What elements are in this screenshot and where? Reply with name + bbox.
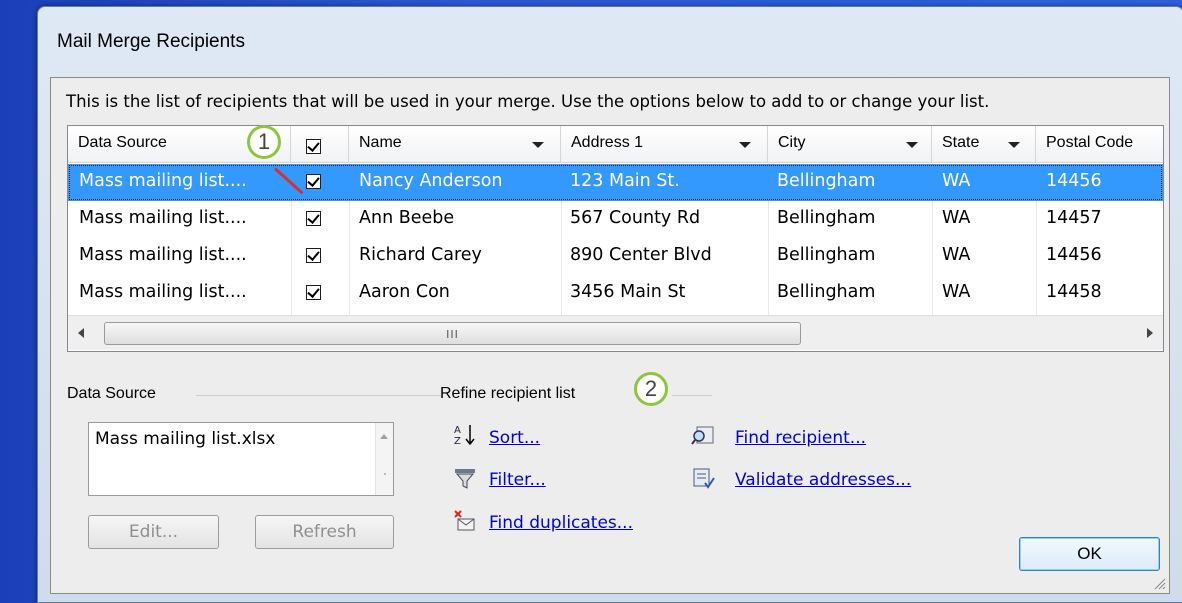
cell-name: Richard Carey xyxy=(359,245,482,265)
column-header-state[interactable]: State xyxy=(932,126,1036,162)
cell-data-source: Mass mailing list.... xyxy=(79,208,247,228)
row-checkbox[interactable] xyxy=(306,248,321,263)
intro-text: This is the list of recipients that will… xyxy=(66,92,990,111)
column-header-name[interactable]: Name xyxy=(349,126,561,162)
find-recipient-link[interactable]: Find recipient... xyxy=(735,428,866,448)
sort-az-icon[interactable]: A Z xyxy=(453,423,477,447)
horizontal-scrollbar[interactable]: III xyxy=(68,315,1163,350)
cell-address: 3456 Main St xyxy=(570,282,686,302)
cell-data-source: Mass mailing list.... xyxy=(79,245,247,265)
data-source-item[interactable]: Mass mailing list.xlsx xyxy=(95,429,275,449)
column-label: City xyxy=(778,134,806,151)
cell-address: 123 Main St. xyxy=(570,171,680,191)
column-label: Data Source xyxy=(78,134,167,151)
chevron-down-icon[interactable] xyxy=(532,142,544,148)
cell-address: 567 County Rd xyxy=(570,208,701,228)
cell-postal-code: 14458 xyxy=(1046,282,1102,302)
cell-name: Nancy Anderson xyxy=(359,171,503,191)
cell-city: Bellingham xyxy=(777,208,876,228)
row-checkbox[interactable] xyxy=(306,285,321,300)
column-label: Name xyxy=(359,134,402,151)
table-row[interactable]: Mass mailing list.... Nancy Anderson 123… xyxy=(68,164,1163,201)
column-label: Postal Code xyxy=(1046,134,1134,151)
svg-text:Z: Z xyxy=(454,436,461,447)
cell-city: Bellingham xyxy=(777,245,876,265)
scroll-down-icon[interactable] xyxy=(384,473,386,475)
column-header-postal-code[interactable]: Postal Code xyxy=(1036,126,1163,162)
grip-icon: III xyxy=(446,328,459,341)
data-source-listbox[interactable]: Mass mailing list.xlsx xyxy=(88,422,394,496)
cell-state: WA xyxy=(942,282,971,302)
edit-button[interactable]: Edit... xyxy=(88,515,219,549)
find-duplicates-link[interactable]: Find duplicates... xyxy=(489,513,633,533)
table-row[interactable]: Mass mailing list.... Aaron Con 3456 Mai… xyxy=(68,275,1163,312)
filter-link[interactable]: Filter... xyxy=(489,470,546,490)
column-header-city[interactable]: City xyxy=(768,126,932,162)
ok-button[interactable]: OK xyxy=(1019,537,1160,571)
table-row[interactable]: Mass mailing list.... Ann Beebe 567 Coun… xyxy=(68,201,1163,238)
column-label: State xyxy=(942,134,980,151)
cell-data-source: Mass mailing list.... xyxy=(79,171,247,191)
cell-name: Aaron Con xyxy=(359,282,450,302)
callout-2: 2 xyxy=(634,372,668,406)
find-recipient-icon[interactable] xyxy=(691,423,715,447)
scroll-up-icon[interactable] xyxy=(380,434,388,439)
recipient-grid[interactable]: Data Source Name Address 1 City State Po… xyxy=(67,125,1164,352)
refresh-button[interactable]: Refresh xyxy=(255,515,394,549)
cell-state: WA xyxy=(942,208,971,228)
grid-header: Data Source Name Address 1 City State Po… xyxy=(68,126,1163,163)
scrollbar-thumb[interactable]: III xyxy=(104,322,801,345)
cell-name: Ann Beebe xyxy=(359,208,455,228)
data-source-group-label: Data Source xyxy=(67,385,156,402)
column-label: Address 1 xyxy=(571,134,644,151)
sort-link[interactable]: Sort... xyxy=(489,428,540,448)
chevron-down-icon[interactable] xyxy=(906,142,918,148)
cell-postal-code: 14456 xyxy=(1046,245,1102,265)
group-divider xyxy=(196,395,441,396)
filter-icon[interactable] xyxy=(453,466,477,490)
callout-1: 1 xyxy=(247,125,281,159)
svg-text:A: A xyxy=(454,425,461,436)
validate-addresses-link[interactable]: Validate addresses... xyxy=(735,470,911,490)
cell-state: WA xyxy=(942,171,971,191)
scroll-left-icon[interactable] xyxy=(78,328,84,338)
chevron-down-icon[interactable] xyxy=(739,142,751,148)
cell-city: Bellingham xyxy=(777,171,876,191)
column-header-select-all[interactable] xyxy=(291,126,349,162)
cell-city: Bellingham xyxy=(777,282,876,302)
cell-postal-code: 14456 xyxy=(1046,171,1102,191)
row-checkbox[interactable] xyxy=(306,174,321,189)
column-header-address[interactable]: Address 1 xyxy=(561,126,768,162)
cell-postal-code: 14457 xyxy=(1046,208,1102,228)
validate-addresses-icon[interactable] xyxy=(691,466,715,490)
cell-address: 890 Center Blvd xyxy=(570,245,712,265)
table-row[interactable]: Mass mailing list.... Richard Carey 890 … xyxy=(68,238,1163,275)
mail-merge-recipients-dialog: Mail Merge Recipients This is the list o… xyxy=(37,6,1182,603)
chevron-down-icon[interactable] xyxy=(1008,142,1020,148)
scroll-right-icon[interactable] xyxy=(1147,328,1153,338)
select-all-checkbox[interactable] xyxy=(306,139,321,154)
resize-grip-icon[interactable] xyxy=(1152,576,1166,590)
listbox-scrollbar[interactable] xyxy=(375,423,393,495)
dialog-title: Mail Merge Recipients xyxy=(57,31,245,52)
cell-state: WA xyxy=(942,245,971,265)
row-checkbox[interactable] xyxy=(306,211,321,226)
find-duplicates-icon[interactable] xyxy=(453,509,477,533)
dialog-client-area: This is the list of recipients that will… xyxy=(50,77,1170,594)
group-divider xyxy=(672,395,712,396)
refine-group-label: Refine recipient list xyxy=(440,385,576,402)
cell-data-source: Mass mailing list.... xyxy=(79,282,247,302)
